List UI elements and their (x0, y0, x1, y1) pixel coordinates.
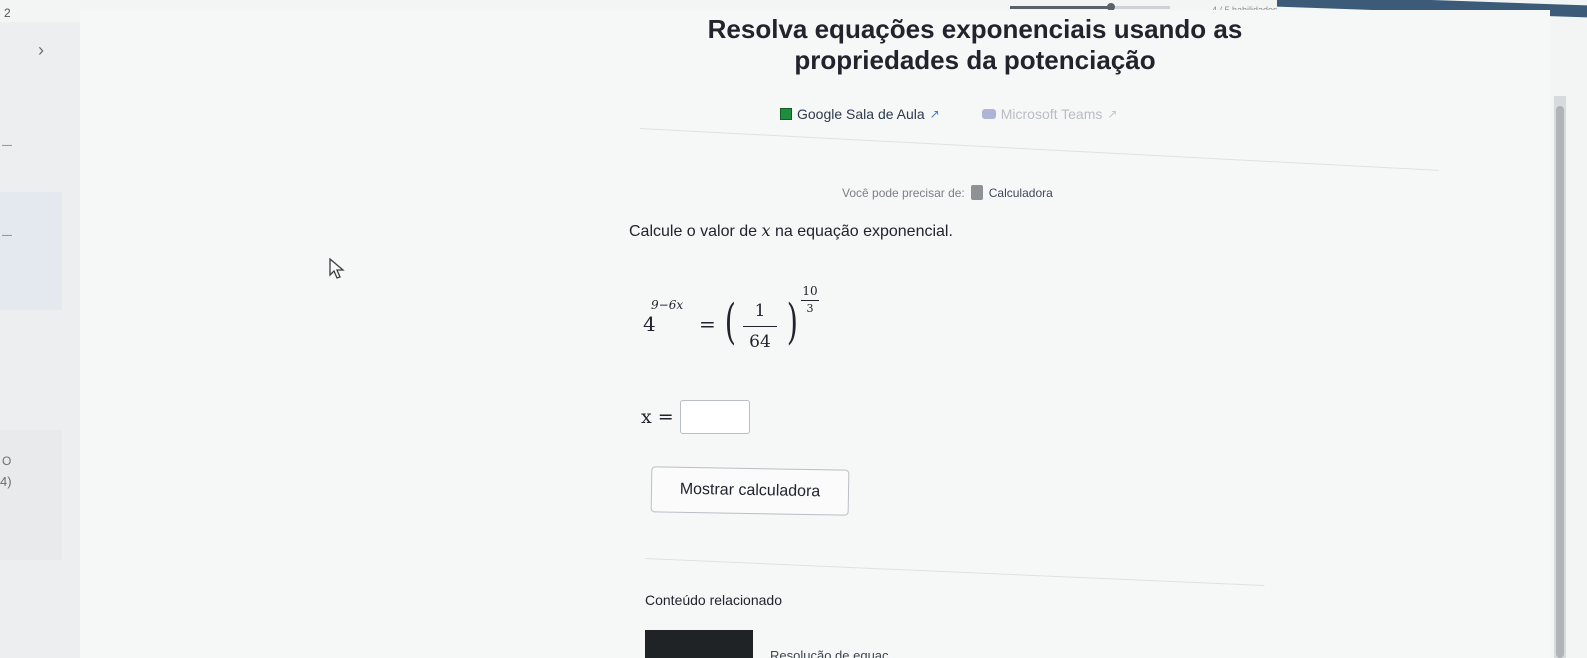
scrollbar[interactable] (1554, 96, 1566, 658)
google-classroom-icon (780, 108, 792, 120)
right-paren: ) (786, 294, 798, 350)
microsoft-teams-icon (981, 109, 996, 119)
sidebar-circle-icon: O (2, 454, 12, 468)
show-calculator-button[interactable]: Mostrar calculadora (650, 466, 850, 516)
page: 2 4 / 5 habilidades › — — O 4) Resolva e… (0, 0, 1587, 658)
google-classroom-link[interactable]: Google Sala de Aula ↗ (780, 106, 940, 122)
equation-equals: = (699, 312, 716, 336)
related-video-thumbnail[interactable] (645, 630, 753, 658)
fraction-denominator: 64 (749, 332, 771, 352)
left-paren: ( (724, 294, 736, 350)
question-prefix: Calcule o valor de (629, 223, 762, 240)
calculator-icon (970, 185, 983, 200)
question-variable: x (761, 221, 771, 240)
equation-exponent: 9−6x (651, 298, 684, 312)
divider (644, 558, 1265, 587)
microsoft-teams-label: Microsoft Teams (1000, 106, 1103, 122)
exercise-card: Resolva equações exponenciais usando as … (80, 10, 1550, 658)
equation-base: 4 (643, 312, 656, 336)
scrollbar-thumb[interactable] (1556, 106, 1564, 658)
exponential-equation: 4 9−6x = ( 1 64 ) 10 3 (643, 284, 863, 380)
question-suffix: na equação exponencial. (770, 223, 953, 240)
top-left-number: 2 (4, 6, 11, 20)
sidebar-dash-a: — (2, 140, 12, 151)
external-link-icon: ↗ (1107, 107, 1118, 121)
skill-progress-bar (1010, 6, 1170, 9)
external-link-icon: ↗ (929, 107, 940, 121)
power-numerator: 10 (802, 284, 818, 298)
sidebar-dash-b: — (2, 230, 12, 241)
sidebar-item-active[interactable] (0, 192, 62, 310)
tools-hint-prefix: Você pode precisar de: (842, 185, 965, 200)
sidebar-count: 4) (0, 474, 12, 489)
skill-progress-fill (1010, 6, 1110, 9)
power-fraction-bar (801, 300, 819, 301)
chevron-right-icon[interactable]: › (38, 40, 44, 61)
fraction-bar (743, 326, 777, 327)
sidebar-item[interactable] (0, 430, 62, 560)
power-denominator: 3 (806, 302, 814, 315)
calculator-tool-label: Calculadora (988, 185, 1053, 200)
tools-hint: Você pode precisar de: Calculadora (842, 185, 1053, 200)
microsoft-teams-link[interactable]: Microsoft Teams ↗ (981, 106, 1118, 122)
share-links: Google Sala de Aula ↗ Microsoft Teams ↗ (780, 106, 1117, 122)
answer-input[interactable] (679, 400, 750, 434)
answer-label: x = (641, 406, 674, 428)
related-content-heading: Conteúdo relacionado (645, 592, 782, 608)
divider (639, 128, 1439, 171)
exercise-title: Resolva equações exponenciais usando as … (707, 14, 1243, 75)
answer-row: x = (641, 400, 750, 434)
google-classroom-label: Google Sala de Aula (797, 106, 925, 122)
related-item-title[interactable]: Resolução de equaç (770, 648, 889, 658)
left-sidebar: › — — O 4) (0, 22, 81, 658)
fraction-numerator: 1 (754, 301, 766, 321)
question-text: Calcule o valor de x na equação exponenc… (629, 221, 953, 241)
